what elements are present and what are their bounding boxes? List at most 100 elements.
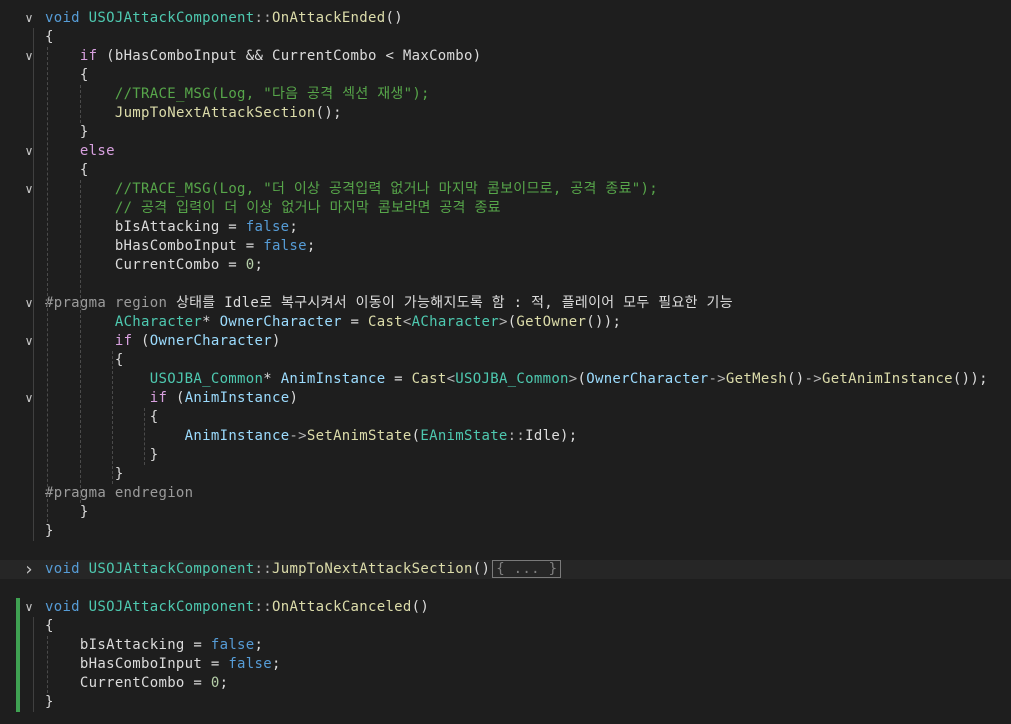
chevron-down-icon[interactable]: ∨: [22, 9, 36, 28]
code-line[interactable]: bIsAttacking = false;: [0, 218, 1011, 237]
code-line[interactable]: ∨ if (AnimInstance): [0, 389, 1011, 408]
code-editor[interactable]: ∨ void USOJAttackComponent::OnAttackEnded…: [0, 0, 1011, 724]
code-token: #pragma endregion: [45, 485, 194, 501]
code-line[interactable]: bIsAttacking = false;: [0, 636, 1011, 655]
code-text: }: [45, 446, 158, 465]
code-token: (): [472, 561, 491, 577]
chevron-down-icon[interactable]: ∨: [22, 598, 36, 617]
code-text: }: [45, 123, 89, 142]
code-token: USOJBA_Common: [149, 371, 264, 387]
code-text: }: [45, 503, 89, 522]
code-line[interactable]: ACharacter* OwnerCharacter = Cast<AChara…: [0, 313, 1011, 332]
code-line[interactable]: {: [0, 66, 1011, 85]
code-token: (: [167, 390, 185, 406]
code-token: // 공격 입력이 더 이상 없거나 마지막 콤보라면 공격 종료: [114, 200, 501, 216]
code-token: =: [341, 314, 368, 330]
code-text: {: [45, 161, 89, 180]
code-line[interactable]: CurrentCombo = 0;: [0, 674, 1011, 693]
code-line[interactable]: {: [0, 408, 1011, 427]
code-line[interactable]: {: [0, 161, 1011, 180]
code-token: false: [263, 238, 307, 254]
code-token: GetAnimInstance: [821, 371, 953, 387]
code-line[interactable]: JumpToNextAttackSection();: [0, 104, 1011, 123]
code-token: ): [271, 333, 281, 349]
code-line[interactable]: }: [0, 522, 1011, 541]
code-token: SetAnimState: [306, 428, 412, 444]
code-line[interactable]: #pragma endregion: [0, 484, 1011, 503]
code-token: ());: [586, 314, 622, 330]
code-token: GetMesh: [725, 371, 788, 387]
code-text: #pragma endregion: [45, 484, 193, 503]
code-token: (): [411, 599, 430, 615]
code-line[interactable]: {: [0, 28, 1011, 47]
code-line[interactable]: [0, 541, 1011, 560]
code-token: {: [45, 67, 89, 83]
code-line[interactable]: }: [0, 693, 1011, 712]
code-token: JumpToNextAttackSection: [114, 105, 316, 121]
code-token: bIsAttacking =: [45, 219, 246, 235]
code-token: AnimInstance: [280, 371, 386, 387]
code-token: 0: [210, 675, 220, 691]
code-token: ->: [708, 371, 726, 387]
code-token: ;: [219, 675, 229, 691]
code-line[interactable]: USOJBA_Common* AnimInstance = Cast<USOJB…: [0, 370, 1011, 389]
indent-guide: [144, 408, 145, 465]
code-line[interactable]: CurrentCombo = 0;: [0, 256, 1011, 275]
code-line[interactable]: {: [0, 617, 1011, 636]
code-text: // 공격 입력이 더 이상 없거나 마지막 콤보라면 공격 종료: [45, 199, 501, 218]
code-line[interactable]: ∨ #pragma region 상태를 Idle로 복구시켜서 이동이 가능해지…: [0, 294, 1011, 313]
code-token: OwnerCharacter: [586, 371, 709, 387]
code-token: ->: [289, 428, 307, 444]
code-line[interactable]: [0, 275, 1011, 294]
code-token: }: [45, 124, 89, 140]
code-token: false: [245, 219, 290, 235]
indent-guide: [33, 28, 34, 541]
code-text: USOJBA_Common* AnimInstance = Cast<USOJB…: [45, 370, 988, 389]
code-line[interactable]: ∨ void USOJAttackComponent::OnAttackEnded…: [0, 9, 1011, 28]
code-line[interactable]: AnimInstance->SetAnimState(EAnimState::I…: [0, 427, 1011, 446]
code-token: *: [263, 371, 281, 387]
code-text: CurrentCombo = 0;: [45, 674, 228, 693]
code-token: ::: [507, 428, 526, 444]
code-token: Cast: [368, 314, 403, 330]
indent-guide: [33, 617, 34, 712]
code-line[interactable]: bHasComboInput = false;: [0, 655, 1011, 674]
code-line[interactable]: // 공격 입력이 더 이상 없거나 마지막 콤보라면 공격 종료: [0, 199, 1011, 218]
code-token: }: [45, 694, 54, 710]
code-text: }: [45, 693, 54, 712]
code-line[interactable]: ∨ //TRACE_MSG(Log, "더 이상 공격입력 없거나 마지막 콤보…: [0, 180, 1011, 199]
code-line[interactable]: }: [0, 446, 1011, 465]
code-token: }: [45, 523, 54, 539]
collapsed-region-button[interactable]: { ... }: [492, 560, 562, 578]
code-token: void: [45, 10, 89, 26]
code-line[interactable]: }: [0, 503, 1011, 522]
code-token: OwnerCharacter: [149, 333, 272, 349]
code-token: if: [149, 390, 168, 406]
code-line[interactable]: ∨ else: [0, 142, 1011, 161]
code-line[interactable]: {: [0, 351, 1011, 370]
change-indicator: [16, 693, 20, 712]
code-line[interactable]: › void USOJAttackComponent::JumpToNextAtt…: [0, 560, 1011, 579]
code-text: //TRACE_MSG(Log, "다음 공격 섹션 재생");: [45, 85, 430, 104]
code-line[interactable]: ∨ if (bHasComboInput && CurrentCombo < M…: [0, 47, 1011, 66]
code-line[interactable]: }: [0, 465, 1011, 484]
code-token: >: [498, 314, 508, 330]
code-line[interactable]: ∨ if (OwnerCharacter): [0, 332, 1011, 351]
code-token: }: [45, 447, 159, 463]
code-token: //TRACE_MSG(Log, "더 이상 공격입력 없거나 마지막 콤보이므…: [114, 181, 658, 197]
code-line[interactable]: ∨ void USOJAttackComponent::OnAttackCance…: [0, 598, 1011, 617]
code-text: //TRACE_MSG(Log, "더 이상 공격입력 없거나 마지막 콤보이므…: [45, 180, 658, 199]
code-token: ());: [952, 371, 988, 387]
code-text: if (AnimInstance): [45, 389, 298, 408]
code-line[interactable]: [0, 579, 1011, 598]
code-token: ;: [254, 637, 264, 653]
code-line[interactable]: }: [0, 123, 1011, 142]
code-token: void: [45, 599, 89, 615]
code-line[interactable]: bHasComboInput = false;: [0, 237, 1011, 256]
code-token: =: [385, 371, 412, 387]
code-text: JumpToNextAttackSection();: [45, 104, 342, 123]
code-line[interactable]: //TRACE_MSG(Log, "다음 공격 섹션 재생");: [0, 85, 1011, 104]
chevron-right-icon[interactable]: ›: [22, 560, 36, 579]
